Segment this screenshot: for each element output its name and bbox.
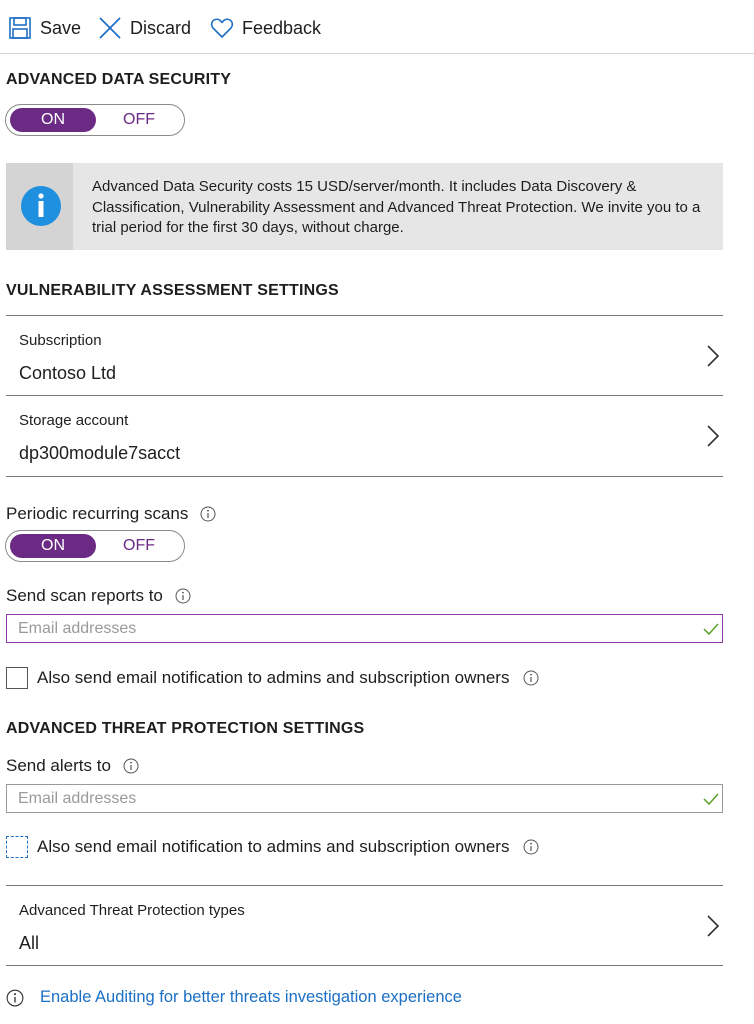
subscription-value: Contoso Ltd <box>19 363 117 383</box>
info-icon[interactable] <box>123 758 139 774</box>
va-notify-admins-row: Also send email notification to admins a… <box>6 667 539 689</box>
enable-auditing-link[interactable]: Enable Auditing for better threats inves… <box>40 988 462 1007</box>
storage-account-label: Storage account <box>19 412 129 429</box>
subscription-label: Subscription <box>19 332 102 349</box>
periodic-scans-toggle-off[interactable]: OFF <box>96 534 182 558</box>
ads-section-title: ADVANCED DATA SECURITY <box>6 71 232 88</box>
va-section-title: VULNERABILITY ASSESSMENT SETTINGS <box>6 282 339 299</box>
subscription-selector[interactable]: Subscription Contoso Ltd <box>6 315 723 396</box>
atp-types-selector[interactable]: Advanced Threat Protection types All <box>6 885 723 966</box>
atp-types-label: Advanced Threat Protection types <box>19 902 245 919</box>
alerts-email-input[interactable] <box>6 784 723 813</box>
chevron-right-icon <box>707 425 720 447</box>
feedback-button[interactable]: Feedback <box>210 14 321 42</box>
feedback-label: Feedback <box>242 17 322 38</box>
atp-section-title: ADVANCED THREAT PROTECTION SETTINGS <box>6 720 365 737</box>
send-alerts-label-row: Send alerts to <box>6 756 139 776</box>
periodic-scans-label: Periodic recurring scans <box>6 504 189 523</box>
periodic-scans-label-row: Periodic recurring scans <box>6 504 216 524</box>
va-notify-admins-label: Also send email notification to admins a… <box>37 668 510 687</box>
atp-types-value: All <box>19 933 40 953</box>
atp-notify-admins-checkbox[interactable] <box>6 836 28 858</box>
periodic-scans-toggle-on[interactable]: ON <box>10 534 96 558</box>
discard-label: Discard <box>130 17 192 38</box>
ads-toggle[interactable]: ON OFF <box>5 104 185 136</box>
save-label: Save <box>40 17 82 38</box>
atp-notify-admins-row: Also send email notification to admins a… <box>6 836 539 858</box>
auditing-hint: Enable Auditing for better threats inves… <box>6 988 462 1007</box>
ads-toggle-off[interactable]: OFF <box>96 108 182 132</box>
storage-account-value: dp300module7sacct <box>19 443 181 463</box>
send-alerts-label: Send alerts to <box>6 756 111 775</box>
periodic-scans-toggle[interactable]: ON OFF <box>5 530 185 562</box>
chevron-right-icon <box>707 345 720 367</box>
checkmark-icon <box>703 623 719 636</box>
close-icon <box>99 17 121 39</box>
pricing-info-banner: Advanced Data Security costs 15 USD/serv… <box>6 163 723 250</box>
heart-icon <box>210 18 234 38</box>
scan-reports-email-input[interactable] <box>6 614 723 643</box>
discard-button[interactable]: Discard <box>98 14 191 42</box>
info-icon[interactable] <box>175 588 191 604</box>
save-icon <box>9 17 31 39</box>
storage-account-selector[interactable]: Storage account dp300module7sacct <box>6 396 723 477</box>
chevron-right-icon <box>707 915 720 937</box>
info-banner-icon-column <box>6 163 73 250</box>
info-icon[interactable] <box>200 506 216 522</box>
command-bar: Save Discard Feedback <box>0 0 754 54</box>
info-icon[interactable] <box>523 670 539 686</box>
checkmark-icon <box>703 793 719 806</box>
va-notify-admins-checkbox[interactable] <box>6 667 28 689</box>
atp-notify-admins-label: Also send email notification to admins a… <box>37 837 510 856</box>
info-icon <box>6 989 24 1006</box>
send-scan-reports-label: Send scan reports to <box>6 586 163 605</box>
pricing-info-text: Advanced Data Security costs 15 USD/serv… <box>92 178 701 236</box>
ads-toggle-on[interactable]: ON <box>10 108 96 132</box>
info-icon <box>21 186 61 226</box>
info-icon[interactable] <box>523 839 539 855</box>
save-button[interactable]: Save <box>8 14 81 42</box>
send-scan-reports-label-row: Send scan reports to <box>6 586 191 606</box>
